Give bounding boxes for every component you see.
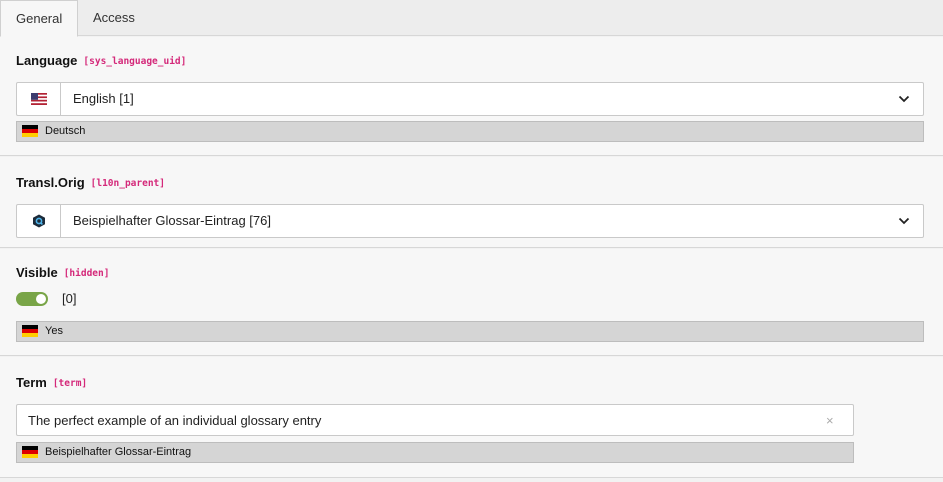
transl-orig-field-key: [l10n_parent] <box>90 178 165 189</box>
visible-section: Visible [hidden] [0] Yes <box>0 249 943 356</box>
visible-toggle[interactable] <box>16 292 48 306</box>
chevron-down-icon <box>898 95 910 103</box>
term-original-text: Beispielhafter Glossar-Eintrag <box>45 446 192 458</box>
tab-general[interactable]: General <box>0 0 79 37</box>
language-select[interactable]: English [1] <box>16 82 924 116</box>
term-label-text: Term <box>16 375 47 390</box>
visible-label: Visible [hidden] <box>16 265 109 280</box>
language-label-text: Language <box>16 53 78 68</box>
term-label: Term [term] <box>16 375 87 390</box>
term-section: Term [term] × Beispielhafter Glossar-Eint… <box>0 357 943 478</box>
visible-field-key: [hidden] <box>63 268 110 279</box>
transl-orig-select-value: Beispielhafter Glossar-Eintrag [76] <box>73 213 271 228</box>
language-original-value: Deutsch <box>16 121 924 142</box>
language-original-text: Deutsch <box>45 125 86 137</box>
transl-orig-label: Transl.Orig [l10n_parent] <box>16 175 165 190</box>
flag-us-icon <box>30 93 47 105</box>
visible-original-value: Yes <box>16 321 924 342</box>
transl-orig-select[interactable]: Beispielhafter Glossar-Eintrag [76] <box>16 204 924 238</box>
language-select-value: English [1] <box>73 91 134 106</box>
language-section: Language [sys_language_uid] English [1] D… <box>0 37 943 156</box>
clear-icon[interactable]: × <box>826 413 834 428</box>
flag-de-icon <box>22 125 38 137</box>
tab-access[interactable]: Access <box>78 0 150 36</box>
language-label: Language [sys_language_uid] <box>16 53 186 68</box>
term-field-key: [term] <box>52 378 88 389</box>
language-flag-box <box>17 83 61 115</box>
flag-de-icon <box>22 325 38 337</box>
transl-orig-section: Transl.Orig [l10n_parent] Beispielhafter … <box>0 157 943 248</box>
tab-bar: General Access <box>0 0 943 37</box>
glossary-record-icon <box>32 214 45 228</box>
transl-orig-label-text: Transl.Orig <box>16 175 85 190</box>
visible-original-text: Yes <box>45 325 63 337</box>
chevron-down-icon <box>898 217 910 225</box>
toggle-knob <box>36 294 46 304</box>
language-field-key: [sys_language_uid] <box>83 56 187 67</box>
flag-de-icon <box>22 446 38 458</box>
visible-toggle-value: [0] <box>62 291 77 306</box>
visible-label-text: Visible <box>16 265 58 280</box>
term-original-value: Beispielhafter Glossar-Eintrag <box>16 442 854 463</box>
transl-orig-icon-box <box>17 205 61 237</box>
term-input[interactable] <box>16 404 854 436</box>
